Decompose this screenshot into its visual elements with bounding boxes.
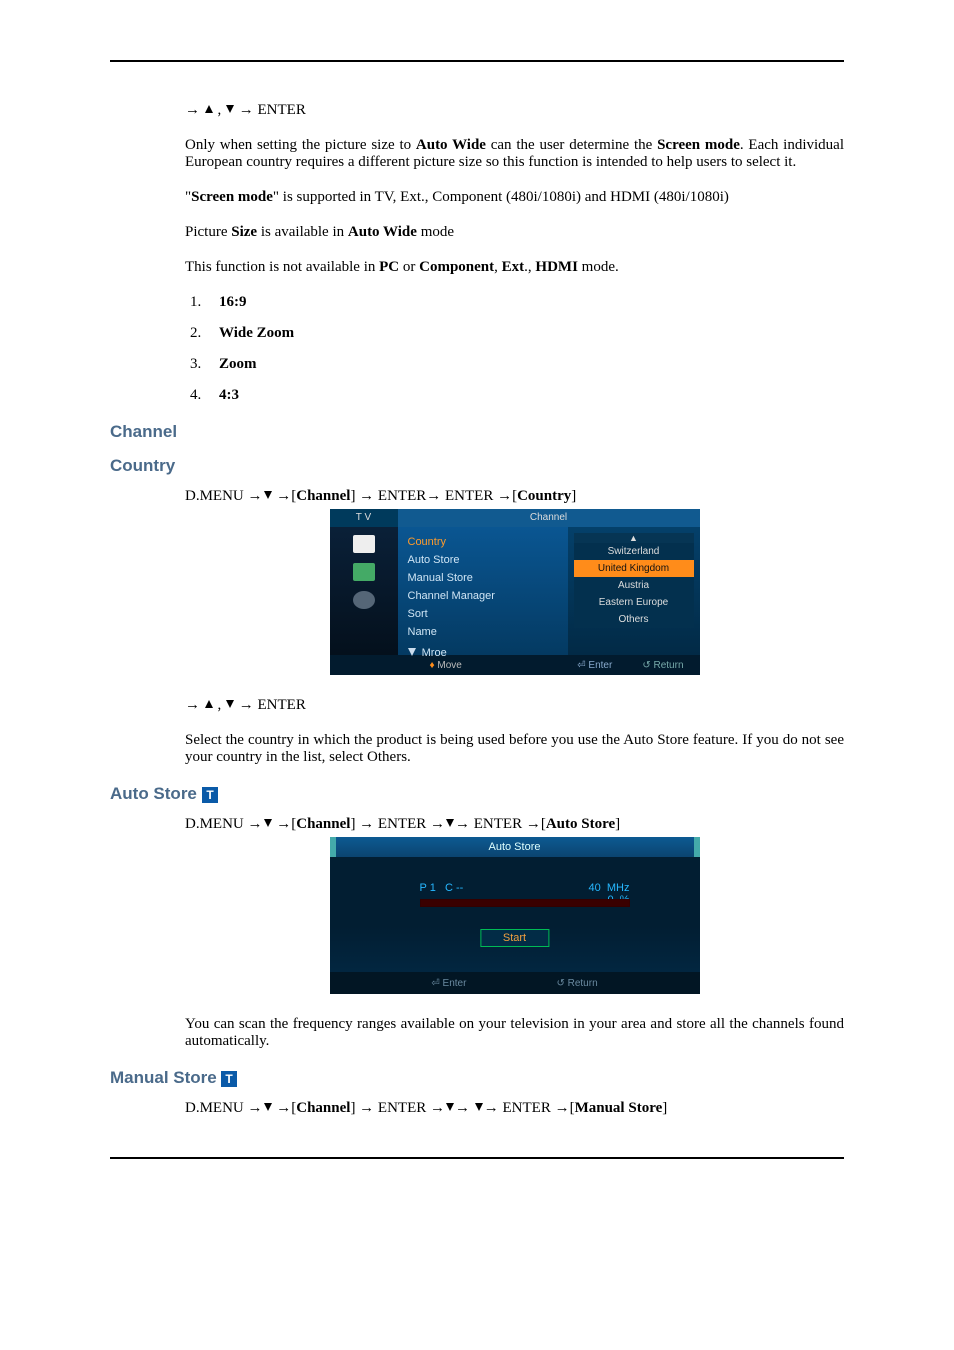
osd-progress-bar — [420, 899, 630, 907]
heading-channel: Channel — [110, 422, 844, 442]
setup-icon — [353, 591, 375, 609]
osd-title: Auto Store — [330, 837, 700, 857]
osd-item-sort: Sort — [408, 605, 558, 623]
triangle-up-icon — [204, 699, 214, 709]
triangle-down-icon — [225, 104, 235, 114]
osd-option: Others — [574, 611, 694, 628]
osd-channel-screenshot: T V Channel Country Auto Store Manual St… — [330, 509, 700, 675]
screenmode-arrow-line: → , → ENTER — [185, 102, 844, 119]
picture-icon — [353, 535, 375, 553]
osd-autostore-screenshot: Auto Store P 1 C -- 40 MHz 0 % Start ⏎ E… — [330, 837, 700, 994]
screenmode-picsize: Picture Size is available in Auto Wide m… — [185, 224, 844, 241]
osd-foot: ⏎ Enter ↺ Return — [330, 972, 700, 994]
country-arrow-line: → , → ENTER — [185, 697, 844, 714]
osd-item-channelmanager: Channel Manager — [408, 587, 558, 605]
triangle-up-icon — [204, 104, 214, 114]
country-crumb: D.MENU → →[Channel] → ENTER→ ENTER →[Cou… — [185, 488, 844, 505]
sound-icon — [353, 563, 375, 581]
list-item: Wide Zoom — [205, 325, 844, 342]
screenmode-intro: Only when setting the picture size to Au… — [185, 137, 844, 171]
osd-option: Austria — [574, 577, 694, 594]
autostore-crumb: D.MENU → →[Channel] → ENTER →→ ENTER →[A… — [185, 816, 844, 833]
arrow-right-icon: → — [185, 102, 200, 118]
return-icon: ↺ — [642, 660, 650, 671]
osd-item-name: Name — [408, 623, 558, 641]
heading-manualstore: Manual Store T — [110, 1068, 844, 1088]
list-item: 16:9 — [205, 294, 844, 311]
triangle-down-icon — [263, 1102, 273, 1112]
t-badge-icon: T — [221, 1071, 237, 1087]
screenmode-notavail: This function is not available in PC or … — [185, 259, 844, 276]
triangle-down-icon — [408, 648, 416, 656]
osd-item-autostore: Auto Store — [408, 551, 558, 569]
osd-option: Eastern Europe — [574, 594, 694, 611]
list-item: 4:3 — [205, 387, 844, 404]
list-item: Zoom — [205, 356, 844, 373]
osd-more-row: Mroe — [408, 641, 558, 662]
triangle-down-icon — [263, 818, 273, 828]
osd-item-country: Country — [408, 533, 558, 551]
enter-icon: ⏎ — [577, 660, 585, 671]
triangle-down-icon — [474, 1102, 484, 1112]
svg-text:T: T — [206, 788, 214, 802]
osd-item-manualstore: Manual Store — [408, 569, 558, 587]
triangle-down-icon — [263, 490, 273, 500]
triangle-down-icon — [445, 1102, 455, 1112]
osd-option: Switzerland — [574, 543, 694, 560]
heading-autostore: Auto Store T — [110, 784, 844, 804]
autostore-text: You can scan the frequency ranges availa… — [185, 1016, 844, 1050]
triangle-down-icon — [225, 699, 235, 709]
osd-icon-column — [330, 527, 398, 655]
osd-menu-column: Country Auto Store Manual Store Channel … — [398, 527, 568, 655]
osd-tab-channel: Channel — [398, 509, 700, 527]
heading-country: Country — [110, 456, 844, 476]
svg-text:T: T — [226, 1072, 234, 1086]
return-icon: ↺ — [556, 978, 564, 989]
enter-icon: ⏎ — [431, 978, 439, 989]
screenmode-support: "Screen mode" is supported in TV, Ext., … — [185, 189, 844, 206]
country-text: Select the country in which the product … — [185, 732, 844, 766]
t-badge-icon: T — [202, 787, 218, 803]
osd-tab-tv: T V — [330, 509, 398, 527]
manualstore-crumb: D.MENU → →[Channel] → ENTER →→ → ENTER →… — [185, 1100, 844, 1117]
screenmode-options: 16:9 Wide Zoom Zoom 4:3 — [185, 294, 844, 404]
osd-start-button: Start — [480, 929, 549, 947]
chevron-up-icon: ▲ — [574, 533, 694, 543]
osd-option-selected: United Kingdom — [574, 560, 694, 577]
triangle-down-icon — [445, 818, 455, 828]
osd-country-panel: ▲ Switzerland United Kingdom Austria Eas… — [568, 527, 700, 655]
